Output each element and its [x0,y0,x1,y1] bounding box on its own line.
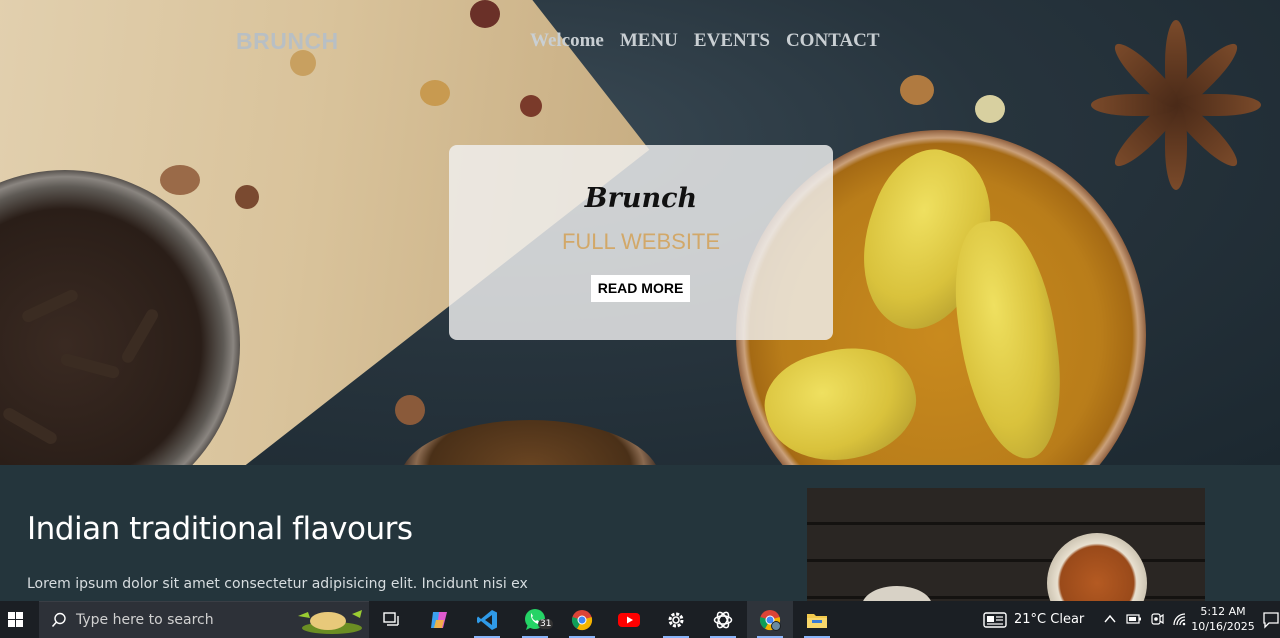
chili-powder-dish [1047,533,1147,601]
read-more-button[interactable]: READ MORE [591,275,690,302]
section-heading: Indian traditional flavours [27,511,413,547]
youtube-button[interactable] [606,601,652,638]
taskbar-search-box[interactable]: Type here to search [39,601,369,638]
turmeric-root [944,214,1073,465]
settings-button[interactable] [653,601,699,638]
whatsapp-button[interactable]: 31 [512,601,558,638]
task-view-button[interactable] [369,601,415,638]
spice-speck [420,80,450,106]
content-section: Indian traditional flavours Lorem ipsum … [0,465,1280,601]
section-paragraph: Lorem ipsum dolor sit amet consectetur a… [27,576,528,592]
clock-time: 5:12 AM [1200,605,1246,618]
gear-icon [668,612,684,627]
hero-card: Brunch FULL WEBSITE READ MORE [449,145,833,340]
nav-link-contact[interactable]: CONTACT [786,30,880,52]
folder-icon [807,613,827,628]
start-button[interactable] [0,601,30,638]
chrome-button[interactable] [559,601,605,638]
windows-taskbar: Type here to search 31 21°C Clear 5:12 A… [0,601,1280,638]
chatgpt-icon [713,611,733,628]
notification-icon[interactable] [1262,611,1280,629]
vscode-button[interactable] [464,601,510,638]
spice-speck [900,75,934,105]
nav-link-welcome[interactable]: Welcome [530,30,604,52]
spice-speck [520,95,542,117]
whatsapp-badge: 31 [538,619,554,629]
spice-speck [160,165,200,195]
nav-link-events[interactable]: EVENTS [694,30,770,52]
youtube-icon [618,612,640,627]
file-explorer-button[interactable] [794,601,840,638]
brand-logo[interactable]: BRUNCH [236,28,339,55]
chrome-icon [571,609,593,630]
search-icon [51,612,66,627]
battery-icon[interactable] [1126,613,1142,625]
copilot-icon [431,611,447,628]
system-tray: 21°C Clear [982,601,1084,638]
search-highlight-icon [298,610,362,634]
spice-bowl-image [400,420,660,465]
chevron-up-icon[interactable] [1104,614,1116,624]
hero-section: BRUNCH Welcome MENU EVENTS CONTACT Brunc… [0,0,1280,465]
weather-text[interactable]: 21°C Clear [1014,612,1084,627]
nav-link-menu[interactable]: MENU [620,30,678,52]
weather-news-icon[interactable] [982,611,1008,629]
chrome-profile-icon [759,609,781,631]
main-nav: Welcome MENU EVENTS CONTACT [530,30,880,52]
system-clock[interactable]: 5:12 AM 10/16/2025 [1190,604,1256,634]
spice-speck [975,95,1005,123]
clock-date: 10/16/2025 [1191,620,1255,633]
card-title: Brunch [584,183,698,214]
copilot-button[interactable] [417,601,463,638]
white-dish [862,586,932,601]
star-anise-image [1070,0,1280,210]
task-view-icon [383,611,399,626]
search-placeholder: Type here to search [76,612,214,628]
spice-speck [395,395,425,425]
spice-speck [470,0,500,28]
windows-logo-icon [7,612,23,627]
chrome-profile-button[interactable] [747,601,793,638]
vscode-icon [477,609,497,630]
chatgpt-button[interactable] [700,601,746,638]
meet-now-icon[interactable] [1150,612,1164,626]
wifi-icon[interactable] [1172,612,1188,626]
spice-dish-image [807,488,1205,601]
turmeric-root [754,332,928,465]
card-subtitle: FULL WEBSITE [561,229,721,254]
spice-speck [235,185,259,209]
